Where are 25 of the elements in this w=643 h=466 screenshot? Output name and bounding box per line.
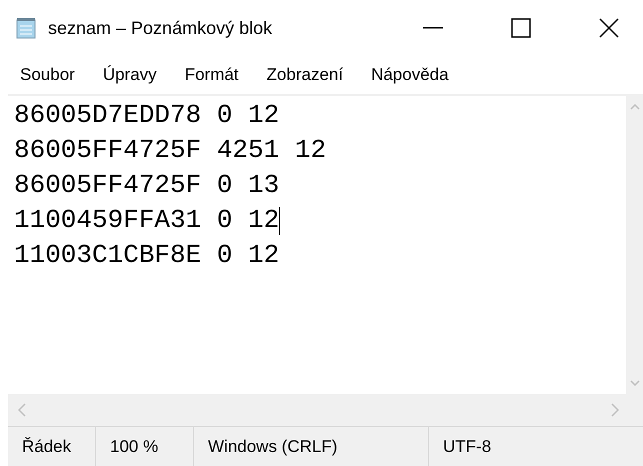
text-line: 1100459FFA31 0 12	[14, 204, 280, 237]
status-text: UTF-8	[443, 436, 492, 458]
menu-item[interactable]: Nápověda	[371, 62, 449, 88]
scroll-left-icon[interactable]	[18, 403, 26, 417]
status-text: 100 %	[110, 436, 158, 458]
vertical-scrollbar[interactable]	[626, 96, 643, 394]
text-line: 86005FF4725F 4251 12	[14, 134, 326, 167]
close-icon	[599, 18, 619, 38]
menu-item[interactable]: Zobrazení	[266, 62, 344, 88]
status-text: Windows (CRLF)	[208, 436, 338, 458]
menu-item[interactable]: Formát	[184, 62, 239, 88]
horizontal-scrollbar[interactable]	[8, 394, 643, 426]
text-line: 86005FF4725F 0 13	[14, 169, 280, 202]
text-line: 86005D7EDD78 0 12	[14, 99, 280, 132]
notepad-icon	[15, 17, 37, 39]
window-title: seznam – Poznámkový blok	[48, 16, 272, 40]
maximize-icon	[511, 18, 531, 38]
scroll-up-icon[interactable]	[630, 104, 640, 110]
minimize-icon	[423, 27, 443, 29]
status-text: Řádek	[22, 436, 72, 458]
scroll-down-icon[interactable]	[630, 380, 640, 386]
menu-item[interactable]: Soubor	[20, 62, 75, 88]
scroll-right-icon[interactable]	[611, 403, 619, 417]
menu-item[interactable]: Úpravy	[102, 62, 157, 88]
text-line: 11003C1CBF8E 0 12	[14, 239, 280, 272]
